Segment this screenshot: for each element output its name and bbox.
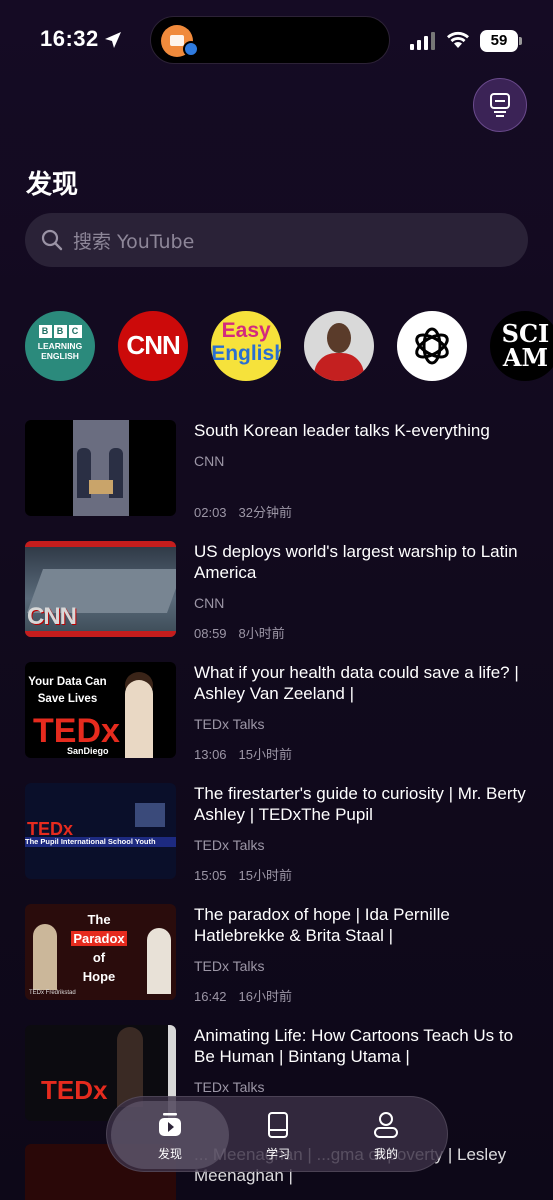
bbc-logo-subtitle: LEARNING ENGLISH — [37, 341, 83, 361]
channel-scientific-american[interactable]: SCI AM — [490, 311, 553, 381]
video-thumbnail[interactable]: Your Data Can Save Lives TEDx SanDiego — [25, 662, 176, 758]
tab-label: 我的 — [373, 1147, 398, 1161]
video-age: 15小时前 — [238, 747, 293, 762]
video-channel: TEDx Talks — [194, 837, 265, 853]
search-placeholder: 搜索 YouTube — [73, 230, 195, 253]
thumb-event-tag: TEDx Fredrikstad — [29, 990, 76, 996]
status-bar: 16:32 59 — [0, 0, 553, 80]
video-duration: 16:42 — [194, 989, 227, 1004]
battery-indicator: 59 — [480, 30, 518, 52]
thumb-speaker — [117, 1027, 143, 1107]
channel-row[interactable]: BBC LEARNING ENGLISH CNN Easy English SC… — [25, 311, 553, 383]
tab-learn[interactable]: 学习 — [223, 1097, 333, 1173]
video-thumbnail[interactable]: The Paradox of Hope TEDx Fredrikstad — [25, 904, 176, 1000]
tab-label: 学习 — [265, 1147, 290, 1161]
video-meta: 15:05 15小时前 — [194, 865, 304, 884]
channel-bbc-learning-english[interactable]: BBC LEARNING ENGLISH — [25, 311, 95, 381]
thumb-event-name: SanDiego — [67, 746, 109, 756]
video-title[interactable]: The paradox of hope | Ida Pernille Hatle… — [194, 904, 534, 946]
video-meta: 13:06 15小时前 — [194, 744, 304, 763]
live-activity-badge-icon — [183, 41, 199, 57]
avatar-body — [314, 353, 365, 381]
thumb-caption-line: Hope — [82, 969, 116, 984]
video-title[interactable]: South Korean leader talks K-everything — [194, 420, 534, 441]
channel-easy-english[interactable]: Easy English — [211, 311, 282, 381]
easy-english-logo-line2: English — [211, 342, 282, 365]
thumb-speaker — [147, 928, 171, 994]
video-channel: TEDx Talks — [194, 716, 265, 732]
video-item[interactable]: South Korean leader talks K-everything C… — [25, 420, 535, 520]
video-duration: 08:59 — [194, 626, 227, 641]
thumb-cnn-logo: CNN — [27, 603, 77, 630]
video-age: 16小时前 — [238, 989, 293, 1004]
wifi-icon — [447, 31, 469, 48]
video-thumbnail[interactable] — [25, 420, 176, 516]
channel-cnn[interactable]: CNN — [118, 311, 189, 381]
video-age: 32分钟前 — [238, 505, 293, 520]
video-duration: 15:05 — [194, 868, 227, 883]
thumb-screen — [135, 803, 165, 827]
play-icon — [159, 1113, 181, 1136]
openai-logo-icon — [415, 327, 450, 365]
tv-icon — [490, 93, 510, 117]
thumb-red-band — [25, 541, 176, 547]
status-time: 16:32 — [40, 26, 99, 51]
video-channel: CNN — [194, 453, 225, 469]
bbc-logo-letter: B — [38, 325, 52, 338]
channel-creator-avatar[interactable] — [304, 311, 375, 381]
tab-label: 发现 — [157, 1147, 182, 1161]
video-item[interactable]: TEDx The Pupil International School Yout… — [25, 783, 535, 883]
battery-tip — [519, 37, 522, 45]
video-title[interactable]: The firestarter's guide to curiosity | M… — [194, 783, 534, 825]
video-meta: 02:03 32分钟前 — [194, 502, 304, 521]
search-icon — [41, 229, 63, 251]
tab-profile[interactable]: 我的 — [331, 1097, 441, 1173]
video-title[interactable]: US deploys world's largest warship to La… — [194, 541, 534, 583]
bbc-logo-letter: C — [68, 325, 82, 338]
thumb-caption: The Paradox of Hope — [69, 910, 129, 986]
dynamic-island[interactable] — [150, 16, 390, 64]
location-arrow-icon — [105, 32, 121, 48]
video-item[interactable]: The Paradox of Hope TEDx Fredrikstad The… — [25, 904, 535, 1004]
tab-discover[interactable]: 发现 — [115, 1097, 225, 1173]
bbc-logo-letter: B — [53, 325, 67, 338]
video-item[interactable]: CNN US deploys world's largest warship t… — [25, 541, 535, 641]
bottom-tab-bar: 发现 学习 我的 — [106, 1096, 448, 1172]
video-thumbnail[interactable]: CNN — [25, 541, 176, 637]
video-title[interactable]: What if your health data could save a li… — [194, 662, 534, 704]
cellular-signal-icon — [410, 32, 435, 50]
video-channel: TEDx Talks — [194, 1079, 265, 1095]
video-age: 8小时前 — [238, 626, 285, 641]
sciam-logo-line2: AM — [502, 343, 549, 372]
video-age: 15小时前 — [238, 868, 293, 883]
easy-english-logo-line1: Easy — [221, 319, 271, 342]
person-icon — [374, 1112, 398, 1138]
tv-cast-button[interactable] — [473, 78, 527, 132]
cnn-logo: CNN — [126, 330, 180, 360]
video-title[interactable]: Animating Life: How Cartoons Teach Us to… — [194, 1025, 534, 1067]
channel-openai[interactable] — [397, 311, 468, 381]
thumb-caption-line: The — [87, 912, 111, 927]
page-title: 发现 — [26, 170, 79, 200]
video-item[interactable]: Your Data Can Save Lives TEDx SanDiego W… — [25, 662, 535, 762]
thumb-tedx-logo: TEDx — [41, 1075, 108, 1105]
thumb-caption-line: Paradox — [71, 931, 127, 946]
search-input[interactable]: 搜索 YouTube — [25, 213, 528, 267]
video-meta: 08:59 8小时前 — [194, 623, 297, 642]
video-channel: CNN — [194, 595, 225, 611]
book-icon — [268, 1112, 288, 1138]
video-channel: TEDx Talks — [194, 958, 265, 974]
thumb-caption-line: of — [92, 950, 106, 965]
video-thumbnail[interactable]: TEDx The Pupil International School Yout… — [25, 783, 176, 879]
avatar-head — [327, 323, 352, 353]
video-meta: 16:42 16小时前 — [194, 986, 304, 1005]
thumb-table — [89, 480, 113, 494]
thumb-caption: Your Data Can Save Lives — [28, 676, 107, 705]
video-duration: 13:06 — [194, 747, 227, 762]
thumb-red-band — [25, 631, 176, 637]
thumb-speaker — [33, 924, 57, 990]
thumb-speaker — [125, 680, 153, 758]
thumb-caption: The Pupil International School Youth — [25, 837, 156, 846]
video-duration: 02:03 — [194, 505, 227, 520]
